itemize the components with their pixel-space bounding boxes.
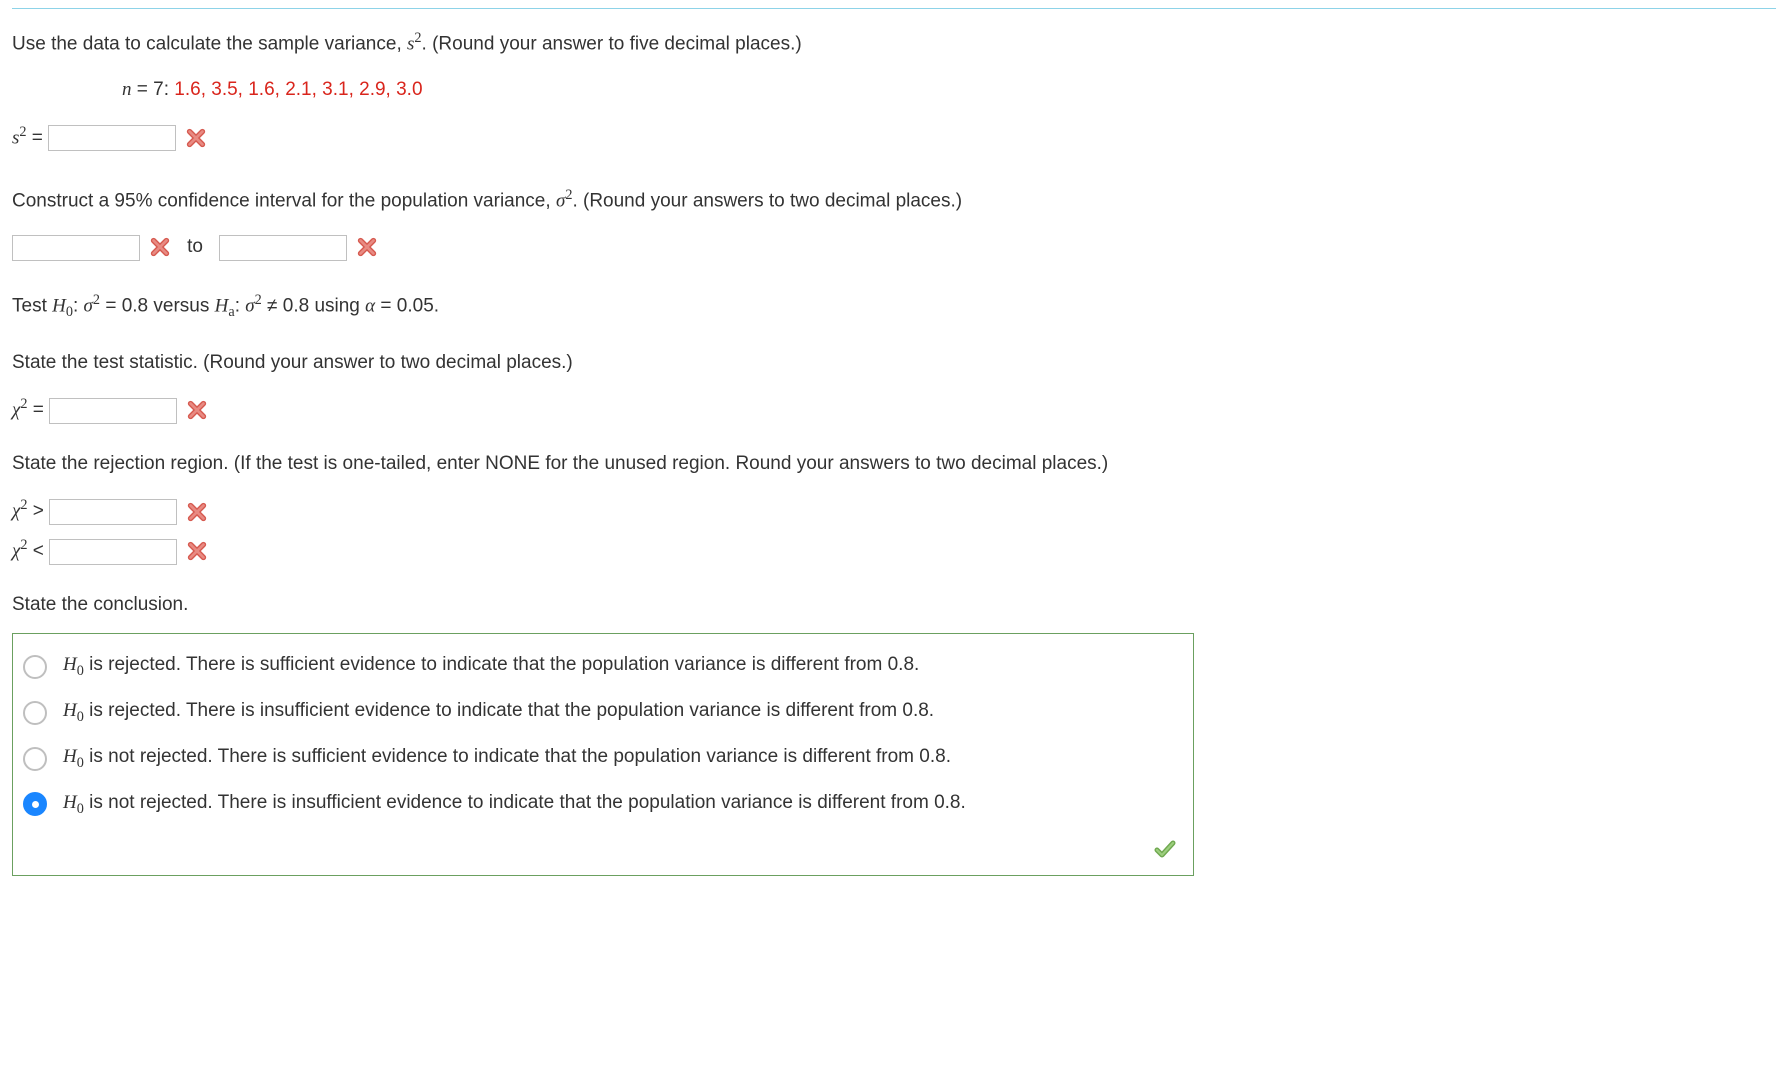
choice-2[interactable]: H0 is not rejected. There is sufficient … — [23, 746, 1183, 772]
q4-answer-row: χ2 = — [12, 391, 1776, 428]
wrong-icon — [186, 399, 208, 421]
test-a: Test — [12, 296, 52, 317]
q1-prompt-b: . (Round your answer to five decimal pla… — [422, 33, 802, 54]
h0sub-c1: 0 — [77, 709, 84, 725]
ci-lower-input[interactable] — [12, 235, 140, 261]
choice-text-1: H0 is rejected. There is insufficient ev… — [63, 700, 934, 726]
alpha: α — [365, 296, 375, 317]
radio-2[interactable] — [23, 747, 47, 771]
wrong-icon — [356, 236, 378, 258]
q2-prompt-a: Construct a 95% confidence interval for … — [12, 190, 556, 211]
q4-prompt: State the test statistic. (Round your an… — [12, 345, 1776, 381]
ha: H — [215, 296, 229, 317]
eq08: = 0.8 versus — [100, 296, 215, 317]
q2-answer-row: to — [12, 229, 1776, 265]
wrong-icon — [149, 236, 171, 258]
sup-2: 2 — [414, 30, 421, 46]
colon2: : — [235, 296, 246, 317]
radio-3[interactable] — [23, 792, 47, 816]
sigma1: σ — [84, 296, 93, 317]
sigma2: σ — [245, 296, 254, 317]
txt-c2: is not rejected. There is sufficient evi… — [84, 746, 951, 767]
eq: = — [27, 127, 49, 148]
choice-text-0: H0 is rejected. There is sufficient evid… — [63, 654, 919, 680]
txt-c3: is not rejected. There is insufficient e… — [84, 792, 966, 813]
q1-prompt: Use the data to calculate the sample var… — [12, 25, 1776, 62]
sup-2e: 2 — [255, 292, 262, 308]
h0-c2: H — [63, 746, 77, 767]
h0-c1: H — [63, 700, 77, 721]
sigma-label: σ — [556, 190, 565, 211]
q1-prompt-a: Use the data to calculate the sample var… — [12, 33, 407, 54]
q3-hypothesis: Test H0: σ2 = 0.8 versus Ha: σ2 ≠ 0.8 us… — [12, 287, 1776, 326]
h0sub-c2: 0 — [77, 755, 84, 771]
q1-data-line: n = 7: 1.6, 3.5, 1.6, 2.1, 3.1, 2.9, 3.0 — [122, 72, 1776, 108]
sup-2b: 2 — [19, 124, 26, 140]
n-eq: = 7: — [132, 79, 175, 100]
wrong-icon — [186, 501, 208, 523]
choice-text-3: H0 is not rejected. There is insufficien… — [63, 792, 966, 818]
gt: > — [27, 501, 49, 522]
h0sub-c0: 0 — [77, 663, 84, 679]
q5-prompt: State the rejection region. (If the test… — [12, 446, 1776, 482]
alpha-eq: = 0.05. — [375, 296, 439, 317]
wrong-icon — [185, 127, 207, 149]
h0sub-c3: 0 — [77, 800, 84, 816]
ne: ≠ 0.8 using — [262, 296, 365, 317]
h0-c3: H — [63, 792, 77, 813]
q2-prompt: Construct a 95% confidence interval for … — [12, 182, 1776, 219]
choice-text-2: H0 is not rejected. There is sufficient … — [63, 746, 951, 772]
q1-answer-row: s2 = — [12, 119, 1776, 156]
txt-c1: is rejected. There is insufficient evide… — [84, 700, 934, 721]
question-container: Use the data to calculate the sample var… — [12, 8, 1776, 876]
q2-prompt-b: . (Round your answers to two decimal pla… — [572, 190, 962, 211]
correct-row — [23, 837, 1183, 867]
correct-icon — [1153, 837, 1177, 867]
n-label: n — [122, 79, 132, 100]
txt-c0: is rejected. There is sufficient evidenc… — [84, 654, 919, 675]
q5-lt-row: χ2 < — [12, 532, 1776, 569]
chi2-lt-input[interactable] — [49, 539, 177, 565]
choice-0[interactable]: H0 is rejected. There is sufficient evid… — [23, 654, 1183, 680]
choice-3[interactable]: H0 is not rejected. There is insufficien… — [23, 792, 1183, 818]
h0-c0: H — [63, 654, 77, 675]
chi2-gt-input[interactable] — [49, 499, 177, 525]
data-values: 1.6, 3.5, 1.6, 2.1, 3.1, 2.9, 3.0 — [174, 79, 422, 100]
radio-0[interactable] — [23, 655, 47, 679]
colon1: : — [73, 296, 84, 317]
ci-upper-input[interactable] — [219, 235, 347, 261]
q5-gt-row: χ2 > — [12, 492, 1776, 529]
wrong-icon — [186, 540, 208, 562]
choices-box: H0 is rejected. There is sufficient evid… — [12, 633, 1194, 876]
lt: < — [27, 540, 49, 561]
s2-input[interactable] — [48, 125, 176, 151]
sup-2d: 2 — [93, 292, 100, 308]
choice-1[interactable]: H0 is rejected. There is insufficient ev… — [23, 700, 1183, 726]
h0-sub: 0 — [66, 305, 73, 321]
eq2: = — [27, 399, 49, 420]
h0: H — [52, 296, 66, 317]
radio-1[interactable] — [23, 701, 47, 725]
to-label: to — [187, 236, 203, 257]
chi2-input[interactable] — [49, 398, 177, 424]
q6-prompt: State the conclusion. — [12, 587, 1776, 623]
